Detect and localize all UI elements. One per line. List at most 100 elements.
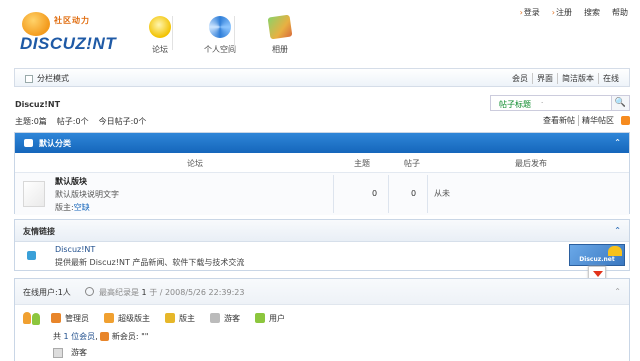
space-icon [209, 16, 231, 38]
legend-guest: 游客 [210, 313, 240, 324]
album-icon [267, 14, 293, 40]
record-time: 2008/5/26 22:39:23 [164, 288, 245, 297]
forum-description: 默认版块说明文字 [55, 190, 119, 199]
today-post-count: 今日帖子:0个 [98, 117, 147, 126]
sun-icon [608, 246, 622, 256]
search-input[interactable]: 帖子标题 [499, 99, 531, 110]
theme-link[interactable]: 界面 [532, 73, 557, 84]
post-count: 帖子:0个 [56, 117, 89, 126]
members-link[interactable]: 会员 [508, 73, 532, 84]
guest-avatar-icon [53, 347, 63, 358]
nav-album[interactable]: 相册 [254, 12, 306, 58]
online-count[interactable]: 在线用户:1人 [23, 287, 71, 298]
legend-user: 用户 [255, 313, 285, 324]
discuz-logo[interactable]: 社区动力 DISCUZ!NT [16, 12, 128, 56]
col-last-post: 最后发布 [515, 159, 547, 168]
logo-bubble-icon [22, 12, 50, 36]
top-links: ›登录 ›注册 搜索 帮助 [520, 7, 628, 18]
guest-icon [210, 313, 220, 323]
search-link[interactable]: 搜索 [584, 7, 600, 18]
digest-link[interactable]: 精华帖区 [578, 115, 617, 126]
help-link[interactable]: 帮助 [612, 7, 628, 18]
banner-text: Discuz.net [579, 256, 615, 263]
site-stats: 主题:0篇 帖子:0个 今日帖子:0个 [15, 116, 146, 127]
forum-name[interactable]: 默认版块 [55, 176, 87, 187]
legend-admin: 管理员 [51, 313, 89, 324]
collapse-icon[interactable]: ⌃ [614, 138, 621, 147]
category-title[interactable]: 默认分类 [39, 138, 71, 149]
legend-label: 管理员 [65, 313, 89, 323]
topic-count: 主题:0篇 [15, 117, 47, 126]
register-link[interactable]: ›注册 [552, 7, 572, 18]
nav-album-label: 相册 [272, 45, 288, 54]
quick-links: 查看新帖 精华帖区 [540, 115, 630, 126]
friend-link-name[interactable]: Discuz!NT [55, 245, 95, 254]
login-link[interactable]: ›登录 [520, 7, 540, 18]
login-label: 登录 [523, 8, 540, 17]
checkbox-icon[interactable] [25, 74, 33, 83]
legend-super-moderator: 超级版主 [104, 313, 150, 324]
down-arrow-icon [593, 271, 603, 277]
search-type-dropdown[interactable]: · [541, 99, 543, 107]
moderator-name[interactable]: 空缺 [74, 203, 90, 212]
legend-label: 版主 [179, 313, 195, 323]
home-icon [27, 251, 36, 260]
forum-moderator: 版主:空缺 [55, 202, 90, 213]
collapse-icon[interactable]: ⌃ [614, 287, 621, 296]
online-users-panel: 在线用户:1人 最高纪录是 1 于 / 2008/5/26 22:39:23 ⌃… [14, 278, 630, 361]
moderator-prefix: 版主: [55, 203, 74, 212]
view-mode-toggle[interactable]: 分栏模式 [25, 73, 69, 84]
site-header: 社区动力 DISCUZ!NT 论坛 个人空间 相册 ›登录 ›注册 搜索 帮助 [0, 0, 640, 64]
online-user-item: 游客 [53, 347, 87, 358]
online-summary: 共 1 位会员, 新会员: "" [53, 332, 149, 341]
online-link[interactable]: 在线 [598, 73, 623, 84]
friend-links-title: 友情链接 [23, 227, 55, 236]
col-forum: 论坛 [187, 159, 203, 168]
search-icon[interactable]: 🔍 [611, 96, 629, 110]
lite-version-link[interactable]: 简洁版本 [557, 73, 598, 84]
chat-bubble-icon [24, 139, 33, 147]
record-count: 1 [141, 288, 147, 297]
online-header: 在线用户:1人 最高纪录是 1 于 / 2008/5/26 22:39:23 ⌃ [15, 279, 629, 305]
user-group-legend: 管理员 超级版主 版主 游客 用户 [23, 311, 300, 325]
register-label: 注册 [556, 8, 572, 17]
record-suffix: 于 [149, 288, 158, 297]
forum-status-icon [23, 181, 45, 207]
online-record: 最高纪录是 1 于 / 2008/5/26 22:39:23 [99, 288, 245, 297]
friend-link-row: Discuz!NT 提供最新 Discuz!NT 产品新闻、软件下载与技术交流 … [15, 242, 629, 270]
rss-icon[interactable] [621, 116, 630, 125]
nav-divider [172, 16, 173, 50]
nav-forum-label: 论坛 [152, 45, 168, 54]
view-new-posts-link[interactable]: 查看新帖 [540, 115, 578, 126]
summary-prefix: 共 [53, 332, 61, 341]
forum-last-post: 从未 [434, 189, 450, 198]
main-nav: 论坛 个人空间 相册 [134, 12, 306, 58]
nav-forum[interactable]: 论坛 [134, 12, 186, 58]
category-panel: 默认分类 ⌃ 论坛 主题 帖子 最后发布 默认版块 默认版块说明文字 版主:空缺… [14, 132, 630, 215]
online-user-name[interactable]: 游客 [71, 347, 87, 358]
forum-topics: 0 [372, 189, 378, 198]
collapse-icon[interactable]: ⌃ [614, 226, 621, 235]
logo-tagline: 社区动力 [54, 16, 90, 25]
search-box[interactable]: 帖子标题 · 🔍 [490, 95, 630, 111]
column-divider [388, 175, 389, 213]
column-divider [427, 175, 428, 213]
site-name: Discuz!NT [15, 100, 61, 109]
admin-icon [51, 313, 61, 323]
col-posts: 帖子 [404, 159, 420, 168]
new-member-icon [100, 332, 110, 341]
forum-posts: 0 [411, 189, 417, 198]
col-topics: 主题 [354, 159, 370, 168]
arrow-icon: › [519, 8, 523, 17]
forum-row: 默认版块 默认版块说明文字 版主:空缺 0 0 从未 [15, 173, 629, 215]
friend-link-description: 提供最新 Discuz!NT 产品新闻、软件下载与技术交流 [55, 258, 245, 267]
record-prefix: 最高纪录是 [99, 288, 139, 297]
forum-icon [149, 16, 171, 38]
logo-wordmark: DISCUZ!NT [20, 34, 117, 53]
legend-label: 游客 [224, 313, 240, 323]
member-count: 1 位会员 [63, 332, 96, 341]
menu-bar: 分栏模式 会员 界面 简洁版本 在线 [14, 68, 630, 87]
nav-space-label: 个人空间 [204, 45, 236, 54]
nav-space[interactable]: 个人空间 [194, 12, 246, 58]
friend-link-banner[interactable]: Discuz.net [569, 244, 625, 266]
